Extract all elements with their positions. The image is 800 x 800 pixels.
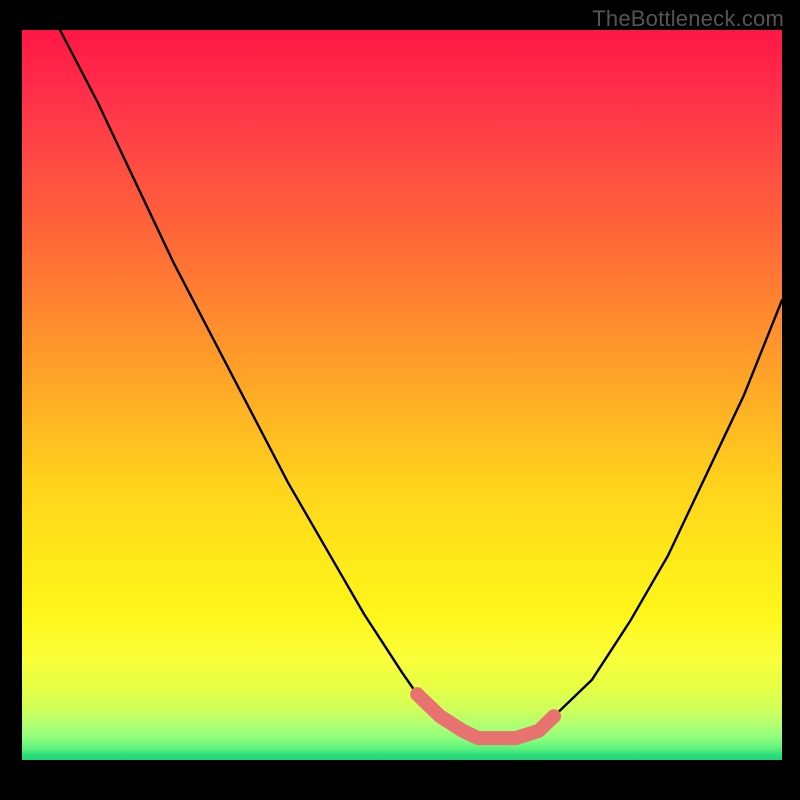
plot-area — [22, 30, 782, 786]
optimal-band — [22, 30, 782, 786]
watermark-text: TheBottleneck.com — [592, 6, 784, 32]
chart-frame: TheBottleneck.com — [0, 0, 800, 800]
